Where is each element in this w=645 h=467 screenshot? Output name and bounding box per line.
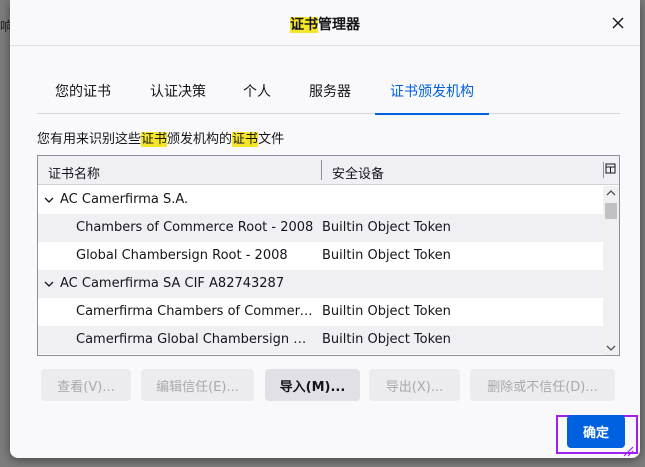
column-header-device[interactable]: 安全设备 xyxy=(332,163,384,182)
desc-part-1: 您有用来识别这些 xyxy=(37,132,142,147)
tab-servers[interactable]: 服务器 xyxy=(309,71,351,114)
tree-row-cert[interactable]: Global Chambersign Root - 2008 Builtin O… xyxy=(38,242,603,270)
ok-button[interactable]: 确定 xyxy=(567,415,625,448)
tab-bar: 您的证书 认证决策 个人 服务器 证书颁发机构 xyxy=(37,71,620,115)
tree-row-cert[interactable]: Camerfirma Global Chambersign Root Built… xyxy=(38,326,603,354)
column-separator[interactable] xyxy=(321,160,322,180)
cert-device: Builtin Object Token xyxy=(322,304,451,319)
desc-part-3: 文件 xyxy=(258,132,285,147)
resize-grip-icon[interactable] xyxy=(620,445,634,457)
edit-trust-button[interactable]: 编辑信任(E)... xyxy=(141,369,254,401)
cert-device: Builtin Object Token xyxy=(322,220,451,235)
dialog-titlebar: 证书管理器 xyxy=(10,0,640,46)
authorities-description: 您有用来识别这些证书颁发机构的证书文件 xyxy=(37,128,284,147)
scroll-up-icon[interactable] xyxy=(606,188,616,198)
column-picker-button[interactable] xyxy=(603,162,617,178)
cert-name: Global Chambersign Root - 2008 xyxy=(76,248,288,263)
dialog-title: 证书管理器 xyxy=(10,14,640,34)
tree-row-group[interactable]: AC Camerfirma S.A. xyxy=(38,186,603,214)
vertical-scrollbar[interactable] xyxy=(603,186,619,355)
view-button[interactable]: 查看(V)... xyxy=(41,369,131,401)
tab-auth-decisions[interactable]: 认证决策 xyxy=(150,71,206,114)
tree-row-group[interactable]: AC Camerfirma SA CIF A82743287 xyxy=(38,270,603,298)
tree-row-cert[interactable]: Chambers of Commerce Root - 2008 Builtin… xyxy=(38,214,603,242)
cert-name: Chambers of Commerce Root - 2008 xyxy=(76,220,314,235)
desc-highlight-2: 证书 xyxy=(232,132,259,147)
column-header-name[interactable]: 证书名称 xyxy=(48,163,100,182)
column-picker-icon xyxy=(605,163,616,174)
close-button[interactable] xyxy=(608,13,628,33)
export-button[interactable]: 导出(X)... xyxy=(369,369,460,401)
certificate-tree[interactable]: 证书名称 安全设备 AC Camerfirma S.A. Chambers of… xyxy=(37,155,620,356)
tree-row-cert[interactable]: Camerfirma Chambers of Commerce Root Bui… xyxy=(38,298,603,326)
group-name: AC Camerfirma SA CIF A82743287 xyxy=(60,276,285,291)
cert-device: Builtin Object Token xyxy=(322,248,451,263)
cert-name: Camerfirma Global Chambersign Root xyxy=(76,332,314,347)
tree-header: 证书名称 安全设备 xyxy=(38,156,619,185)
tab-authorities[interactable]: 证书颁发机构 xyxy=(375,71,489,115)
delete-or-distrust-button[interactable]: 删除或不信任(D)... xyxy=(470,369,615,401)
title-highlight: 证书 xyxy=(290,17,318,33)
certificate-manager-dialog: 证书管理器 您的证书 认证决策 个人 服务器 证书颁发机构 您有用来识别这些证书… xyxy=(10,0,640,458)
import-button[interactable]: 导入(M)... xyxy=(265,369,360,401)
tab-your-certs[interactable]: 您的证书 xyxy=(55,71,111,114)
group-name: AC Camerfirma S.A. xyxy=(60,192,189,207)
cert-device: Builtin Object Token xyxy=(322,332,451,347)
tree-rows: AC Camerfirma S.A. Chambers of Commerce … xyxy=(38,186,603,354)
tab-people[interactable]: 个人 xyxy=(243,71,271,114)
desc-highlight-1: 证书 xyxy=(141,132,168,147)
title-rest: 管理器 xyxy=(318,17,360,33)
cert-name: Camerfirma Chambers of Commerce Root xyxy=(76,304,314,319)
scrollbar-thumb[interactable] xyxy=(605,203,617,219)
close-icon xyxy=(612,17,624,29)
desc-part-2: 颁发机构的 xyxy=(167,132,233,147)
scroll-down-icon[interactable] xyxy=(606,343,616,353)
